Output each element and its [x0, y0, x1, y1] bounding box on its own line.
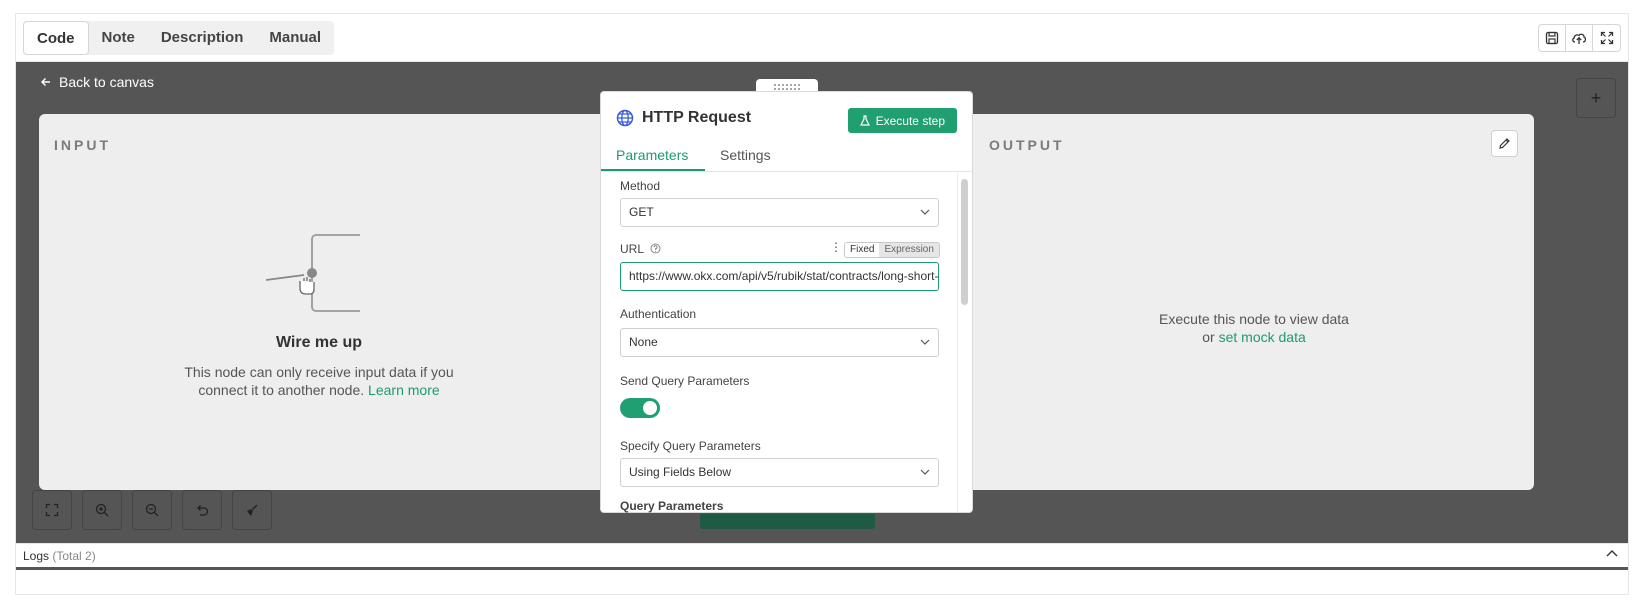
node-tabs: Parameters Settings	[601, 140, 972, 172]
execute-step-label: Execute step	[875, 113, 945, 128]
tab-parameters[interactable]: Parameters	[616, 147, 688, 163]
wire-me-up-title: Wire me up	[275, 334, 363, 351]
top-actions	[1538, 24, 1621, 52]
scroll-track	[957, 173, 958, 513]
back-to-canvas-label: Back to canvas	[59, 74, 154, 90]
execute-step-button[interactable]: Execute step	[847, 108, 957, 133]
node-settings-panel: HTTP Request Execute step Parameters Set…	[600, 91, 973, 513]
arrow-left-icon	[41, 78, 50, 86]
edit-output-button[interactable]	[1491, 130, 1518, 157]
app-frame: Code Note Description Manual Back to can…	[15, 13, 1629, 595]
help-circle-icon[interactable]	[650, 243, 661, 254]
logs-label-row: Logs (Total 2)	[23, 549, 96, 563]
fixed-option[interactable]: Fixed	[845, 243, 880, 257]
method-value: GET	[629, 205, 654, 219]
expression-option[interactable]: Expression	[879, 243, 939, 257]
logs-bar[interactable]: Logs (Total 2)	[16, 543, 1628, 567]
learn-more-link[interactable]: Learn more	[368, 382, 440, 398]
parameters-scrollbar[interactable]	[961, 179, 968, 305]
fit-view-icon	[45, 503, 59, 517]
more-options-icon[interactable]: ⋮	[830, 240, 842, 254]
logs-label: Logs	[23, 549, 50, 563]
undo-icon	[197, 505, 209, 516]
specify-query-select[interactable]: Using Fields Below	[620, 458, 939, 487]
globe-icon	[616, 109, 634, 127]
zoom-out-button[interactable]	[132, 490, 172, 530]
chevron-down-icon	[920, 209, 930, 215]
zoom-out-icon	[145, 503, 159, 517]
tab-description[interactable]: Description	[148, 21, 257, 55]
back-to-canvas-link[interactable]: Back to canvas	[40, 74, 154, 90]
fixed-expression-toggle: Fixed Expression	[844, 242, 940, 258]
authentication-select[interactable]: None	[620, 328, 939, 357]
parameters-body: Method GET URL ⋮ Fixed Expression https:…	[601, 173, 972, 513]
chevron-down-icon	[920, 339, 930, 345]
output-mock-line: or set mock data	[1149, 328, 1359, 346]
chevron-down-icon	[920, 469, 930, 475]
trigger-strip	[700, 514, 875, 529]
query-parameters-label: Query Parameters	[620, 499, 724, 513]
zoom-in-icon	[95, 503, 109, 517]
method-label: Method	[620, 179, 661, 193]
method-select[interactable]: GET	[620, 198, 939, 227]
send-query-label: Send Query Parameters	[620, 374, 750, 388]
send-query-toggle[interactable]	[620, 398, 660, 418]
authentication-value: None	[629, 335, 658, 349]
view-tabs: Code Note Description Manual	[23, 21, 335, 55]
tab-note[interactable]: Note	[89, 21, 148, 55]
specify-query-value: Using Fields Below	[629, 465, 732, 479]
url-label: URL	[620, 242, 644, 256]
authentication-label: Authentication	[620, 307, 697, 321]
tidy-up-button[interactable]	[232, 490, 272, 530]
fullscreen-icon[interactable]	[1593, 25, 1620, 51]
wire-illustration-icon	[264, 232, 384, 327]
output-label: OUTPUT	[989, 137, 1065, 153]
output-message-text: Execute this node to view data	[1159, 311, 1349, 327]
node-header: HTTP Request	[616, 109, 751, 127]
pencil-icon	[1499, 138, 1510, 149]
chevron-up-icon[interactable]	[1606, 549, 1618, 559]
logs-count: (Total 2)	[52, 549, 96, 563]
output-message: Execute this node to view data or set mo…	[1149, 310, 1359, 346]
fit-view-button[interactable]	[32, 490, 72, 530]
undo-button[interactable]	[182, 490, 222, 530]
broom-icon	[247, 504, 258, 516]
specify-query-label: Specify Query Parameters	[620, 439, 761, 453]
flask-icon	[859, 115, 870, 126]
tab-code[interactable]: Code	[23, 21, 89, 55]
node-title: HTTP Request	[642, 109, 752, 126]
output-or-text: or	[1202, 329, 1215, 345]
tab-manual[interactable]: Manual	[256, 21, 334, 55]
add-node-button[interactable]: +	[1576, 78, 1616, 118]
set-mock-data-link[interactable]: set mock data	[1219, 329, 1306, 345]
grip-icon	[774, 83, 800, 90]
tab-settings[interactable]: Settings	[720, 147, 771, 163]
zoom-in-button[interactable]	[82, 490, 122, 530]
active-tab-indicator	[601, 169, 705, 171]
cloud-upload-icon[interactable]	[1566, 25, 1593, 51]
top-bar: Code Note Description Manual	[16, 14, 1628, 62]
canvas-controls	[32, 490, 272, 530]
input-label: INPUT	[54, 137, 111, 153]
wire-me-up-description: This node can only receive input data if…	[174, 363, 464, 399]
url-label-row: URL	[620, 242, 661, 256]
url-input[interactable]: https://www.okx.com/api/v5/rubik/stat/co…	[620, 262, 939, 291]
save-icon[interactable]	[1539, 25, 1566, 51]
